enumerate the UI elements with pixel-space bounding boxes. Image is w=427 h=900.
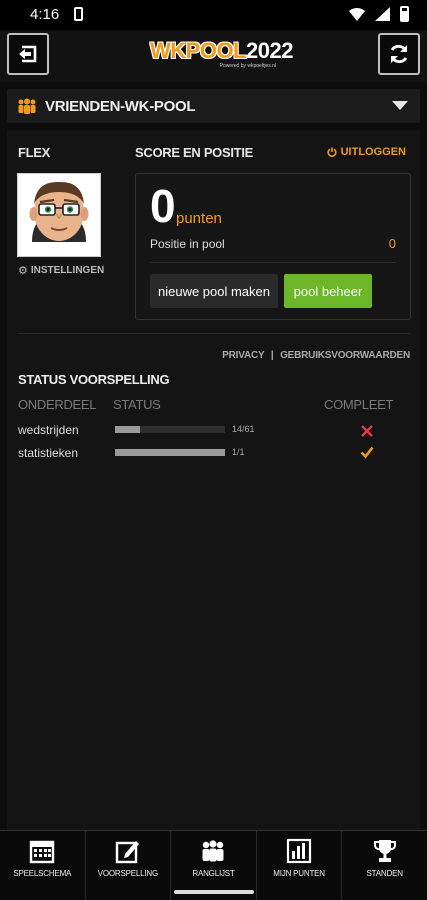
section-divider <box>17 333 410 334</box>
points-unit: punten <box>176 210 222 227</box>
nav-label: VOORSPELLING <box>97 869 159 878</box>
trophy-icon <box>373 840 396 862</box>
link-separator: | <box>270 350 274 361</box>
status-bar: 4:16 <box>0 0 427 30</box>
position-label: Positie in pool <box>150 237 225 251</box>
nav-item-standen[interactable]: STANDEN <box>342 831 427 900</box>
terms-link[interactable]: GEBRUIKSVOORWAARDEN <box>280 350 410 361</box>
nav-label: MIJN PUNTEN <box>273 869 325 878</box>
nav-label: STANDEN <box>366 869 403 878</box>
points-value: 0 <box>150 180 176 232</box>
nav-label: SPEELSCHEMA <box>13 869 72 878</box>
back-button[interactable] <box>7 33 49 75</box>
logo-year: 2022 <box>246 38 293 63</box>
settings-label: INSTELLINGEN <box>30 265 105 276</box>
group-icon <box>18 98 36 114</box>
column-header-complete: COMPLEET <box>324 397 394 412</box>
home-indicator[interactable] <box>174 890 254 894</box>
avatar-face-icon <box>18 174 100 256</box>
users-icon <box>202 840 224 862</box>
checkmark-icon <box>360 446 374 459</box>
score-divider <box>150 262 396 263</box>
status-row-label: statistieken <box>18 446 79 460</box>
sim-icon <box>74 7 83 21</box>
gear-icon: ⚙ <box>18 265 28 277</box>
logout-label: UITLOGGEN <box>340 146 406 158</box>
logo-subtitle: Powered by wkpoeltjes.nl <box>219 63 276 69</box>
bar-chart-icon <box>286 838 312 864</box>
footer-links: PRIVACY | GEBRUIKSVOORWAARDEN <box>222 350 410 361</box>
signal-icon <box>375 7 390 21</box>
progress-bar <box>115 449 225 456</box>
progress-fill <box>115 426 141 433</box>
refresh-icon <box>390 44 408 64</box>
position-value: 0 <box>388 236 396 251</box>
nav-label: RANGLIJST <box>192 869 235 878</box>
logo-text: WKPOOL <box>150 38 247 63</box>
nav-item-voorspelling[interactable]: VOORSPELLING <box>86 831 172 900</box>
column-header-status: STATUS <box>113 397 161 412</box>
battery-icon <box>400 6 409 22</box>
prediction-status-title: STATUS VOORSPELLING <box>18 372 170 387</box>
app-header: WKPOOL2022 Powered by wkpoeltjes.nl <box>0 30 427 82</box>
progress-text: 1/1 <box>232 447 245 457</box>
progress-text: 14/61 <box>232 424 255 434</box>
back-icon <box>19 45 37 63</box>
pool-name: VRIENDEN-WK-POOL <box>45 97 196 115</box>
wifi-icon <box>349 8 365 21</box>
manage-pool-button[interactable]: pool beheer <box>284 274 372 308</box>
cross-icon <box>361 425 373 437</box>
settings-link[interactable]: ⚙ INSTELLINGEN <box>18 264 104 277</box>
nav-item-mijn-punten[interactable]: MIJN PUNTEN <box>257 831 343 900</box>
status-time: 4:16 <box>30 6 60 23</box>
new-pool-button[interactable]: nieuwe pool maken <box>150 274 278 308</box>
pool-selector[interactable]: VRIENDEN-WK-POOL <box>7 89 420 123</box>
user-name: FLEX <box>18 145 51 160</box>
progress-bar <box>115 426 225 433</box>
score-section-title: SCORE EN POSITIE <box>135 145 254 160</box>
edit-icon <box>115 841 139 864</box>
score-card: 0 punten Positie in pool 0 nieuwe pool m… <box>135 173 411 320</box>
progress-fill <box>115 449 225 456</box>
nav-item-speelschema[interactable]: SPEELSCHEMA <box>0 831 86 900</box>
avatar[interactable] <box>17 173 101 257</box>
refresh-button[interactable] <box>378 33 420 75</box>
app-logo: WKPOOL2022 Powered by wkpoeltjes.nl <box>150 38 293 69</box>
calendar-icon <box>30 840 55 864</box>
logout-link[interactable]: UITLOGGEN <box>327 146 406 158</box>
status-row-label: wedstrijden <box>18 423 79 437</box>
column-header-part: ONDERDEEL <box>18 397 97 412</box>
main-panel: FLEX SCORE EN POSITIE UITLOGGEN ⚙ INSTEL… <box>7 130 420 830</box>
chevron-down-icon <box>392 101 408 110</box>
power-icon <box>327 147 337 157</box>
privacy-link[interactable]: PRIVACY <box>222 350 264 361</box>
